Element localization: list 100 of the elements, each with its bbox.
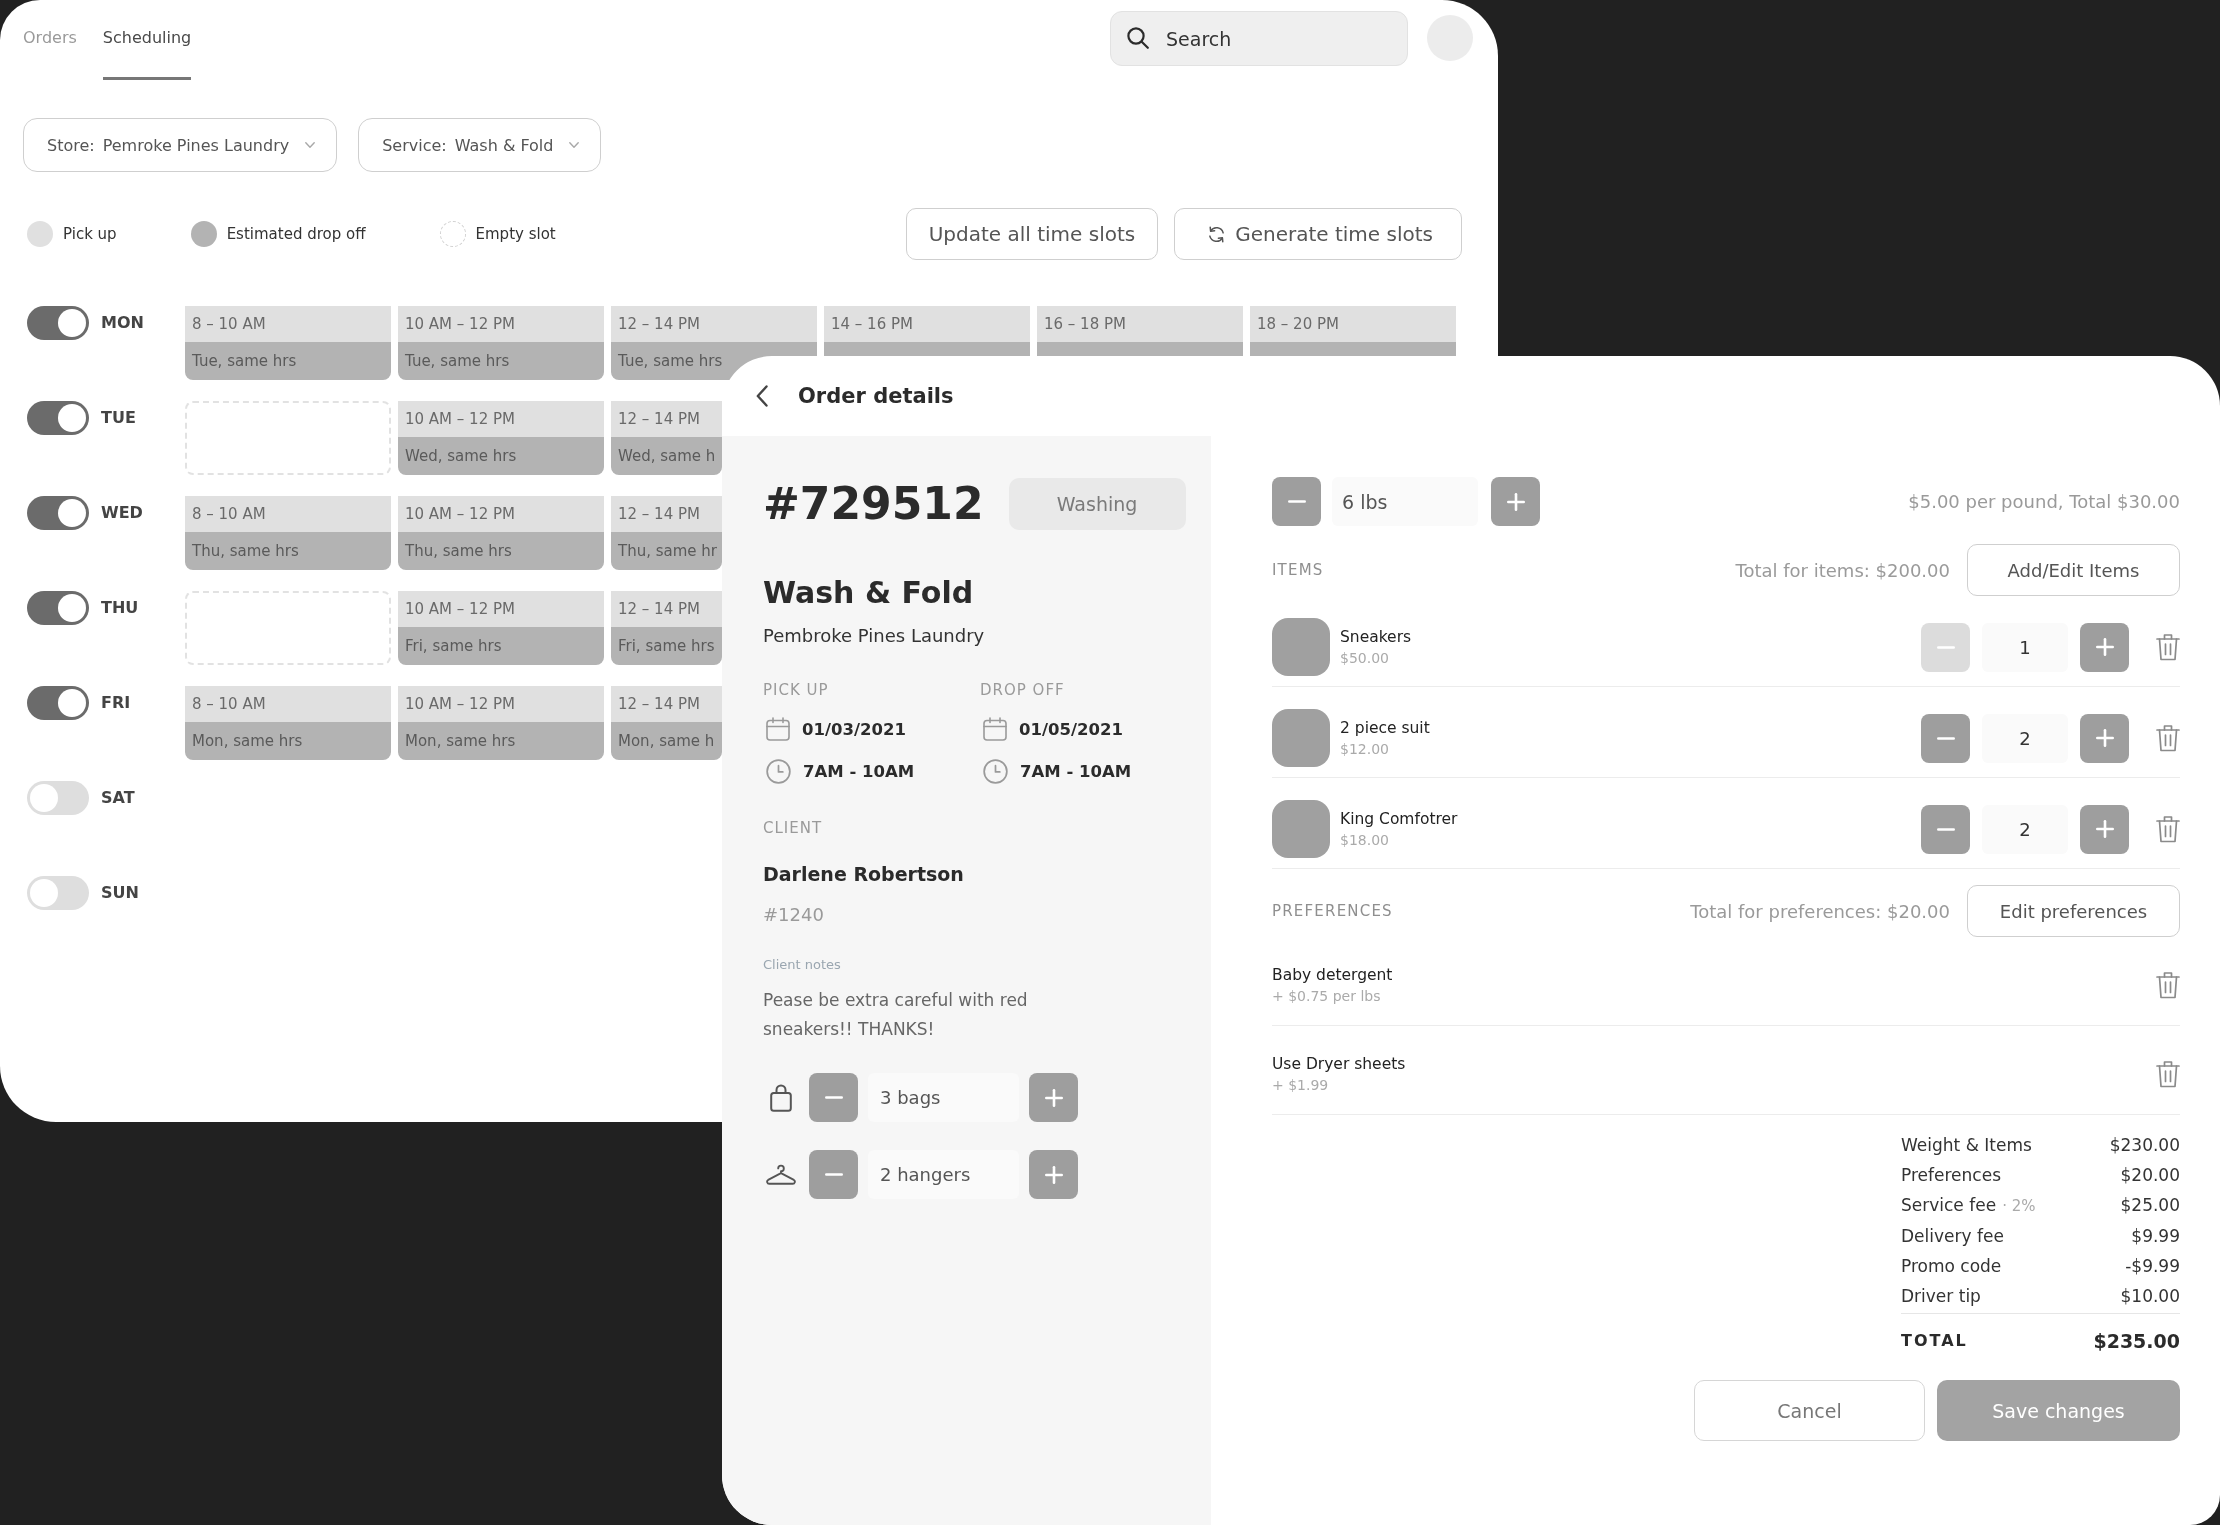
pickup-time[interactable]: 8 – 10 AM [185, 306, 391, 342]
dropoff-time[interactable]: Mon, same h [611, 722, 722, 760]
chevron-down-icon [305, 142, 316, 148]
increase-button[interactable] [1029, 1073, 1078, 1122]
increase-button[interactable] [2080, 622, 2129, 672]
quantity-field[interactable]: 1 [1982, 622, 2068, 672]
cancel-button[interactable]: Cancel [1694, 1380, 1925, 1441]
section-label: DROP OFF [980, 680, 1065, 700]
trash-icon[interactable] [2156, 724, 2180, 752]
plus-icon [1044, 1088, 1063, 1107]
filter-dropdown[interactable]: Store: Pemroke Pines Laundry [23, 118, 338, 172]
legend-label: Pick up [63, 225, 117, 243]
pickup-time[interactable]: 10 AM – 12 PM [398, 686, 604, 722]
pickup-time[interactable]: 8 – 10 AM [185, 496, 391, 532]
dropoff-time[interactable]: Thu, same hr [611, 532, 722, 570]
total-value: $235.00 [2093, 1329, 2180, 1354]
dropoff-time[interactable]: Wed, same h [611, 437, 722, 475]
decrease-button[interactable] [1921, 713, 1970, 763]
pickup-time[interactable]: 10 AM – 12 PM [398, 306, 604, 342]
toggle-switch[interactable] [27, 781, 89, 815]
clock-icon [766, 758, 791, 784]
dropoff-time[interactable]: Thu, same hrs [185, 532, 391, 570]
day-label: SAT [101, 788, 135, 808]
price-text: $5.00 per pound, Total $30.00 [1908, 491, 2180, 512]
clock-icon [983, 758, 1008, 784]
trash-icon[interactable] [2156, 971, 2180, 999]
summary-label: Delivery fee [1901, 1225, 2004, 1248]
time-slots-button[interactable]: Update all time slots [905, 208, 1159, 260]
weight-field[interactable]: 6 lbs [1332, 477, 1478, 526]
pickup-time[interactable]: 8 – 10 AM [185, 686, 391, 722]
dropoff-time[interactable]: Tue, same hrs [398, 342, 604, 380]
dropoff-time[interactable]: Mon, same hrs [398, 722, 604, 760]
dropoff-time[interactable]: Wed, same hrs [398, 437, 604, 475]
pickup-time[interactable]: 10 AM – 12 PM [398, 401, 604, 437]
minus-icon [824, 1173, 843, 1176]
dropoff-time[interactable]: Tue, same hrs [185, 342, 391, 380]
summary-label: Service fee [1901, 1194, 1997, 1217]
toggle-switch[interactable] [27, 306, 89, 340]
minus-icon [1287, 500, 1306, 503]
pickup-time[interactable]: 10 AM – 12 PM [398, 591, 604, 627]
dropoff-time[interactable]: Fri, same hrs [611, 627, 722, 665]
search-icon [1127, 27, 1149, 49]
increase-button[interactable] [1491, 477, 1540, 526]
toggle-switch[interactable] [27, 876, 89, 910]
toggle-switch[interactable] [27, 591, 89, 625]
edit-items-button[interactable]: Add/Edit Items [1967, 544, 2180, 596]
date-text: 01/03/2021 [802, 719, 906, 739]
summary-label: Weight & Items [1901, 1134, 2032, 1157]
pickup-time[interactable]: 12 – 14 PM [611, 591, 722, 627]
summary-label: Driver tip [1901, 1285, 1981, 1308]
total-label: TOTAL [1901, 1330, 1968, 1352]
bag-icon [770, 1083, 792, 1112]
summary-label: Preferences [1901, 1164, 2001, 1187]
tab[interactable]: Scheduling [102, 28, 192, 80]
trash-icon[interactable] [2156, 633, 2180, 661]
pickup-time[interactable]: 12 – 14 PM [611, 686, 722, 722]
tab[interactable]: Orders [23, 28, 77, 80]
increase-button[interactable] [2080, 713, 2129, 763]
client-name: Darlene Robertson [763, 862, 964, 887]
pickup-time[interactable]: 12 – 14 PM [611, 306, 817, 342]
quantity-field[interactable]: 2 [1982, 713, 2068, 763]
pickup-time[interactable]: 12 – 14 PM [611, 496, 722, 532]
dropoff-time[interactable]: Mon, same hrs [185, 722, 391, 760]
toggle-switch[interactable] [27, 496, 89, 530]
time-text: 7AM - 10AM [1020, 761, 1132, 781]
decrease-button[interactable] [1921, 804, 1970, 854]
pickup-time[interactable]: 16 – 18 PM [1037, 306, 1243, 342]
pickup-time[interactable]: 10 AM – 12 PM [398, 496, 604, 532]
date-text: 01/05/2021 [1019, 719, 1123, 739]
increase-button[interactable] [2080, 804, 2129, 854]
search-field[interactable]: Search [1110, 11, 1408, 66]
count-field[interactable]: 3 bags [868, 1073, 1019, 1122]
increase-button[interactable] [1029, 1150, 1078, 1199]
save-button[interactable]: Save changes [1937, 1380, 2180, 1441]
decrease-button[interactable] [809, 1073, 858, 1122]
decrease-button[interactable] [809, 1150, 858, 1199]
toggle-switch[interactable] [27, 686, 89, 720]
trash-icon[interactable] [2156, 815, 2180, 843]
legend-label: Empty slot [475, 225, 556, 243]
edit-preferences-button[interactable]: Edit preferences [1967, 885, 2180, 937]
time-slots-button[interactable]: Generate time slots [1174, 208, 1462, 260]
dropoff-time[interactable]: Thu, same hrs [398, 532, 604, 570]
summary-value: $10.00 [2120, 1285, 2180, 1308]
pickup-time[interactable]: 18 – 20 PM [1250, 306, 1456, 342]
summary-value: $20.00 [2120, 1164, 2180, 1187]
dropoff-time[interactable]: Fri, same hrs [398, 627, 604, 665]
item-name: Sneakers [1340, 627, 1412, 648]
count-field[interactable]: 2 hangers [868, 1150, 1019, 1199]
summary-value: $9.99 [2131, 1225, 2180, 1248]
filter-dropdown[interactable]: Service: Wash & Fold [358, 118, 602, 172]
chevron-left-icon[interactable] [756, 385, 768, 407]
item-name: King Comfotrer [1340, 809, 1458, 830]
toggle-switch[interactable] [27, 401, 89, 435]
hanger-icon [766, 1164, 796, 1185]
trash-icon[interactable] [2156, 1060, 2180, 1088]
pickup-time[interactable]: 14 – 16 PM [824, 306, 1030, 342]
quantity-field[interactable]: 2 [1982, 804, 2068, 854]
decrease-button[interactable] [1272, 477, 1321, 526]
pickup-time[interactable]: 12 – 14 PM [611, 401, 722, 437]
fee-note: · 2% [2002, 1196, 2036, 1217]
